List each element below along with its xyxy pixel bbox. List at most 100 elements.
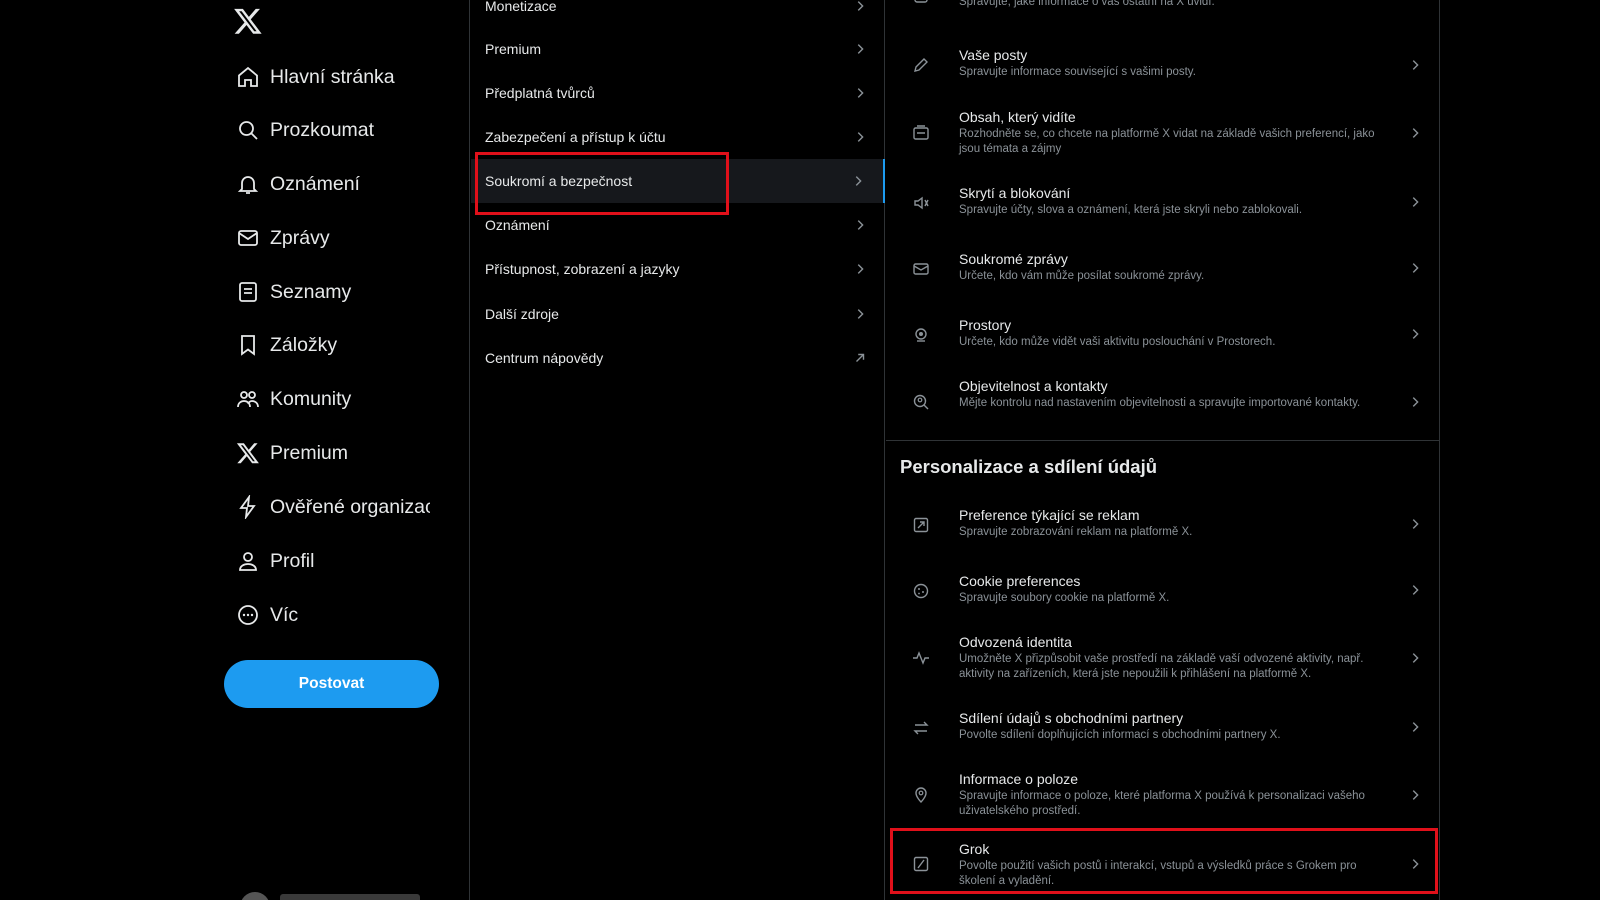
detail-item-desc: Spravujte, jaké informace o vás ostatní … [959,0,1215,8]
detail-item-title: Sdílení údajů s obchodními partnery [959,710,1184,726]
bell-icon [224,171,270,197]
location-icon [912,786,930,804]
menu-item-label: Zabezpečení a přístup k účtu [485,129,666,145]
detail-item-audience[interactable]: Spravujte, jaké informace o vás ostatní … [886,0,1440,16]
detail-item-title: Objevitelnost a kontakty [959,378,1108,394]
menu-item-label: Soukromí a bezpečnost [485,173,633,189]
nav-item-home[interactable]: Hlavní stránka [224,55,395,99]
detail-item-discoverability[interactable]: Objevitelnost a kontakty Mějte kontrolu … [886,378,1440,438]
home-icon [224,64,270,90]
nav-item-label: Zprávy [270,226,330,249]
menu-item-creator-subscriptions[interactable]: Předplatná tvůrců [471,71,885,115]
detail-item-your-posts[interactable]: Vaše posty Spravujte informace souvisejí… [886,47,1440,105]
lightning-icon [224,494,270,520]
menu-item-accessibility[interactable]: Přístupnost, zobrazení a jazyky [471,247,885,291]
menu-item-label: Přístupnost, zobrazení a jazyky [485,261,680,277]
chevron-right-icon [1412,397,1419,407]
mail-icon [224,225,270,251]
nav-item-label: Premium [270,441,349,464]
activity-icon [912,649,930,667]
detail-item-desc: Povolte použití vašich postů i interakcí… [959,860,1357,887]
external-link-icon [856,353,865,362]
detail-item-data-sharing[interactable]: Sdílení údajů s obchodními partnery Povo… [886,710,1440,754]
nav-item-lists[interactable]: Seznamy [224,270,351,314]
menu-item-security-account-access[interactable]: Zabezpečení a přístup k účtu [471,115,885,159]
content-icon [912,124,930,142]
search-icon [224,117,270,143]
people-icon [224,386,270,412]
detail-item-title: Vaše posty [959,47,1028,63]
chevron-right-icon [857,132,864,142]
nav-item-more[interactable]: Víc [224,593,298,637]
detail-item-location-info[interactable]: Informace o poloze Spravujte informace o… [886,771,1440,831]
detail-item-desc: Povolte sdílení doplňujících informací s… [959,729,1281,741]
menu-item-monetization[interactable]: Monetizace [471,0,885,28]
detail-item-desc: Spravujte soubory cookie na platformě X. [959,592,1170,604]
detail-item-title: Odvozená identita [959,634,1072,650]
chevron-right-icon [1412,859,1419,869]
chevron-right-icon [857,264,864,274]
nav-item-notifications[interactable]: Oznámení [224,162,360,206]
menu-item-help-center[interactable]: Centrum nápovědy [471,336,885,380]
avatar[interactable] [240,892,270,900]
detail-item-desc: Mějte kontrolu nad nastavením objeviteln… [959,397,1361,409]
detail-item-desc: Spravujte účty, slova a oznámení, která … [959,204,1303,216]
detail-item-direct-messages[interactable]: Soukromé zprávy Určete, kdo vám může pos… [886,251,1440,295]
detail-item-inferred-identity[interactable]: Odvozená identita Umožněte X přizpůsobit… [886,634,1440,694]
chevron-right-icon [857,44,864,54]
detail-item-title: Cookie preferences [959,573,1081,589]
post-button[interactable]: Postovat [224,660,439,708]
nav-item-label: Oznámení [270,172,360,195]
detail-item-title: Grok [959,841,990,857]
spaces-icon [912,326,930,344]
nav-item-bookmarks[interactable]: Záložky [224,323,337,367]
chevron-right-icon [1412,197,1419,207]
detail-item-desc: Spravujte informace o poloze, které plat… [959,790,1365,817]
menu-item-privacy-safety[interactable]: Soukromí a bezpečnost [471,159,885,203]
nav-item-communities[interactable]: Komunity [224,377,351,421]
menu-item-premium[interactable]: Premium [471,27,885,71]
menu-item-label: Premium [485,41,542,57]
detail-item-desc: Určete, kdo vám může posílat soukromé zp… [959,270,1205,282]
detail-item-grok[interactable]: Grok Povolte použití vašich postů i inte… [886,841,1440,897]
chevron-right-icon [1412,585,1419,595]
nav-item-explore[interactable]: Prozkoumat [224,108,374,152]
nav-item-messages[interactable]: Zprávy [224,216,330,260]
more-circle-icon [224,602,270,628]
nav-item-label: Prozkoumat [270,118,375,141]
detail-item-desc: Rozhodněte se, co chcete na platformě X … [959,128,1375,155]
nav-item-label: Komunity [270,387,352,410]
x-logo-icon[interactable] [233,6,263,36]
detail-item-desc: Spravujte informace související s vašimi… [959,66,1196,78]
detail-item-ad-preferences[interactable]: Preference týkající se reklam Spravujte … [886,507,1440,551]
chevron-right-icon [1412,519,1419,529]
nav-item-label: Záložky [270,333,338,356]
detail-item-mute-block[interactable]: Skrytí a blokování Spravujte účty, slova… [886,185,1440,229]
chevron-right-icon [1412,722,1419,732]
chevron-right-icon [1412,60,1419,70]
pencil-icon [912,56,930,74]
detail-item-title: Preference týkající se reklam [959,507,1140,523]
detail-item-desc: Umožněte X přizpůsobit vaše prostředí na… [959,653,1364,680]
account-switcher[interactable] [280,894,420,900]
menu-item-label: Oznámení [485,217,550,233]
nav-item-verified-orgs[interactable]: Ověřené organizace [224,485,430,529]
detail-item-cookie-preferences[interactable]: Cookie preferences Spravujte soubory coo… [886,573,1440,617]
menu-item-additional-resources[interactable]: Další zdroje [471,292,885,336]
detail-item-title: Informace o poloze [959,771,1079,787]
nav-item-label: Seznamy [270,280,352,303]
detail-item-spaces[interactable]: Prostory Určete, kdo může vidět vaši akt… [886,317,1440,361]
nav-item-profile[interactable]: Profil [224,539,314,583]
chevron-right-icon [857,88,864,98]
nav-item-label: Profil [270,549,315,572]
chevron-right-icon [855,176,862,186]
chevron-right-icon [857,309,864,319]
detail-item-title: Prostory [959,317,1012,333]
nav-item-premium[interactable]: Premium [224,431,348,475]
mute-icon [912,194,930,212]
menu-item-notifications[interactable]: Oznámení [471,203,885,247]
primary-navigation: Hlavní stránka Prozkoumat Oznámení Zpráv… [0,0,470,900]
grok-icon [912,855,930,873]
detail-item-content-you-see[interactable]: Obsah, který vidíte Rozhodněte se, co ch… [886,109,1440,169]
menu-item-label: Předplatná tvůrců [485,85,595,101]
